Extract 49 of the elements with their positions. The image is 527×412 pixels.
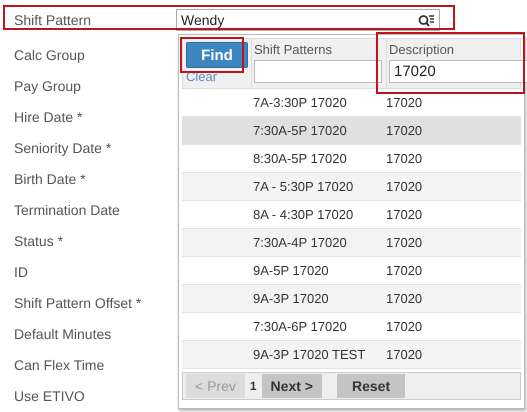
table-cell-text: 9A-3P 17020 bbox=[252, 291, 330, 306]
reset-button[interactable]: Reset bbox=[336, 374, 406, 398]
field-label: Pay Group bbox=[14, 77, 81, 96]
field-label: Shift Pattern bbox=[14, 12, 92, 28]
table-cell-text: 17020 bbox=[386, 95, 424, 110]
field-label: Status * bbox=[14, 232, 64, 251]
table-cell-text: 17020 bbox=[386, 235, 424, 250]
table-cell-text: 9A-5P 17020 bbox=[252, 263, 330, 278]
field-label: Shift Pattern Offset * bbox=[14, 294, 142, 313]
field-label: Birth Date * bbox=[14, 170, 86, 189]
column-header: Shift Patterns bbox=[254, 42, 334, 59]
field-label: Seniority Date * bbox=[14, 139, 112, 158]
field-label: ID bbox=[14, 263, 28, 282]
next-button[interactable]: Next > bbox=[262, 374, 322, 398]
lookup-field[interactable]: Wendy bbox=[176, 9, 440, 31]
table-cell-text: 17020 bbox=[386, 291, 424, 306]
filter-field[interactable] bbox=[254, 60, 382, 83]
field-label: Can Flex Time bbox=[14, 356, 104, 375]
table-row[interactable]: 7:30A-4P 17020 17020 bbox=[182, 229, 521, 257]
page-number: 1 bbox=[250, 379, 257, 393]
column-header: Description bbox=[389, 42, 456, 59]
table-row[interactable]: 9A-3P 17020 17020 bbox=[182, 285, 521, 313]
table-row[interactable]: 7A - 5:30P 17020 17020 bbox=[182, 173, 521, 201]
table-row[interactable]: 9A-3P 17020 TEST 17020 bbox=[182, 341, 521, 369]
table-cell-text: 9A-3P 17020 TEST bbox=[252, 347, 366, 362]
table-cell-text: 8:30A-5P 17020 bbox=[252, 151, 348, 166]
field-label: Hire Date * bbox=[14, 108, 82, 127]
table-cell-text: 7A - 5:30P 17020 bbox=[252, 179, 354, 194]
field-label: Termination Date bbox=[14, 201, 120, 220]
table-cell-text: 17020 bbox=[386, 123, 424, 138]
highlight-frame bbox=[180, 37, 244, 73]
table-cell-text: 17020 bbox=[386, 179, 424, 194]
search-list-icon[interactable] bbox=[418, 14, 435, 26]
field-label: Calc Group bbox=[14, 46, 85, 65]
table-cell-text: 17020 bbox=[386, 151, 424, 166]
table-cell-text: 7A-3:30P 17020 bbox=[252, 95, 348, 110]
table-cell-text: 7:30A-4P 17020 bbox=[252, 235, 348, 250]
filter-field[interactable]: 17020 bbox=[389, 60, 527, 83]
table-row[interactable]: 7:30A-5P 17020 17020 bbox=[182, 117, 521, 145]
field-label: Use ETIVO bbox=[14, 387, 85, 406]
table-cell-text: 17020 bbox=[386, 207, 424, 222]
table-cell-text: 17020 bbox=[386, 263, 424, 278]
table-cell-text: 17020 bbox=[386, 319, 424, 334]
table-cell-text: 7:30A-5P 17020 bbox=[252, 123, 348, 138]
find-button[interactable]: Find bbox=[186, 42, 248, 68]
field-label: Default Minutes bbox=[14, 325, 112, 344]
table-cell-text: 8A - 4:30P 17020 bbox=[252, 207, 354, 222]
table-cell-text: 7:30A-6P 17020 bbox=[252, 319, 348, 334]
table-cell-text: 17020 bbox=[386, 347, 424, 362]
